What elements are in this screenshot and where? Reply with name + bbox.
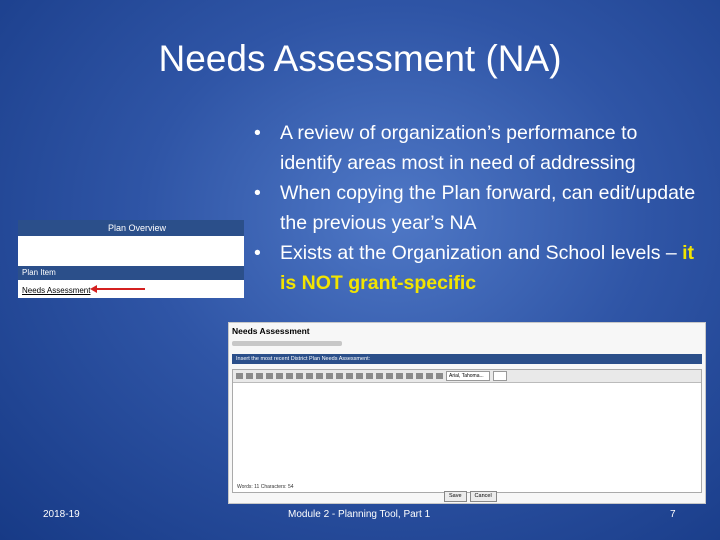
needs-assessment-screenshot: Needs Assessment Insert the most recent … xyxy=(228,322,706,504)
word-count-status: Words: 11 Characters: 54 xyxy=(237,484,294,490)
red-arrow-head-icon xyxy=(90,285,97,293)
rich-text-editor[interactable]: Arial, Tahoma... Words: 11 Characters: 5… xyxy=(232,369,702,493)
toolbar-icon[interactable] xyxy=(386,373,393,379)
toolbar-icon[interactable] xyxy=(366,373,373,379)
bullet-text: A review of organization’s performance t… xyxy=(280,122,638,174)
toolbar-icon[interactable] xyxy=(336,373,343,379)
slide-number: 7 xyxy=(670,509,676,520)
na-form-title: Needs Assessment xyxy=(232,326,310,336)
toolbar-icon[interactable] xyxy=(306,373,313,379)
bullet-item: • A review of organization’s performance… xyxy=(254,118,704,178)
font-size-select[interactable] xyxy=(493,371,507,381)
footer-module: Module 2 - Planning Tool, Part 1 xyxy=(288,509,431,520)
plan-overview-screenshot: Plan Overview Plan Item Needs Assessment xyxy=(18,220,244,298)
bullet-icon: • xyxy=(254,182,261,204)
toolbar-icon[interactable] xyxy=(276,373,283,379)
plan-overview-gap xyxy=(18,236,244,266)
toolbar-icon[interactable] xyxy=(326,373,333,379)
plan-overview-header: Plan Overview xyxy=(18,220,244,236)
toolbar-icon[interactable] xyxy=(396,373,403,379)
cancel-button[interactable]: Cancel xyxy=(469,491,497,502)
footer-year: 2018-19 xyxy=(43,509,80,520)
toolbar-icon[interactable] xyxy=(436,373,443,379)
bullet-item: • When copying the Plan forward, can edi… xyxy=(254,178,704,238)
toolbar-icon[interactable] xyxy=(246,373,253,379)
toolbar-icon[interactable] xyxy=(316,373,323,379)
toolbar-icon[interactable] xyxy=(346,373,353,379)
toolbar-icon[interactable] xyxy=(296,373,303,379)
plan-item-header: Plan Item xyxy=(18,266,244,280)
toolbar-icon[interactable] xyxy=(236,373,243,379)
bullet-icon: • xyxy=(254,122,261,144)
bullet-item: • Exists at the Organization and School … xyxy=(254,238,704,298)
form-buttons: Save Cancel xyxy=(444,491,497,502)
bullet-text: Exists at the Organization and School le… xyxy=(280,238,704,298)
editor-toolbar: Arial, Tahoma... xyxy=(233,370,701,383)
bullet-icon: • xyxy=(254,242,261,264)
toolbar-icon[interactable] xyxy=(426,373,433,379)
toolbar-icon[interactable] xyxy=(376,373,383,379)
toolbar-icon[interactable] xyxy=(406,373,413,379)
blurred-text xyxy=(232,341,342,346)
font-select[interactable]: Arial, Tahoma... xyxy=(446,371,490,381)
bullet-text: When copying the Plan forward, can edit/… xyxy=(280,182,696,234)
toolbar-icon[interactable] xyxy=(266,373,273,379)
bullet-text-plain: Exists at the Organization and School le… xyxy=(280,242,683,264)
bullet-list: • A review of organization’s performance… xyxy=(254,118,704,298)
toolbar-icon[interactable] xyxy=(356,373,363,379)
save-button[interactable]: Save xyxy=(444,491,467,502)
red-arrow-icon xyxy=(93,288,145,290)
na-instruction-bar: Insert the most recent District Plan Nee… xyxy=(232,354,702,364)
toolbar-icon[interactable] xyxy=(256,373,263,379)
needs-assessment-link[interactable]: Needs Assessment xyxy=(22,286,90,295)
toolbar-icon[interactable] xyxy=(286,373,293,379)
toolbar-icon[interactable] xyxy=(416,373,423,379)
slide-title: Needs Assessment (NA) xyxy=(158,38,562,79)
